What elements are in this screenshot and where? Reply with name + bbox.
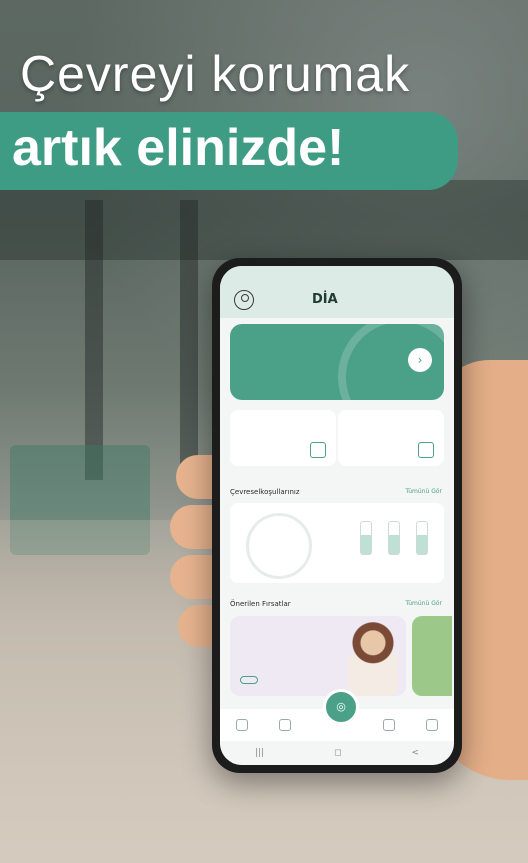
status-bar (220, 266, 454, 284)
tab-home[interactable] (235, 719, 248, 731)
home-nav-icon[interactable]: ◻ (334, 748, 341, 758)
promo-card-next[interactable] (412, 616, 452, 696)
see-all-environment-link[interactable]: Tümünü Gör (405, 488, 442, 495)
app-header: DİA (220, 284, 454, 318)
tab-icon (383, 719, 396, 731)
receipt-icon (418, 442, 434, 458)
tab-icon (426, 719, 439, 731)
tab-4[interactable] (383, 719, 396, 731)
app-screen: DİA › Çevreselkoşullarınız Tümünü Gör Ön… (220, 266, 454, 765)
headline-line-2: artık elinizde! (12, 119, 345, 177)
bottle-icon (416, 521, 428, 555)
app-logo: DİA (312, 292, 338, 307)
loyalty-card[interactable]: › (230, 324, 444, 400)
tab-icon (278, 719, 291, 731)
chevron-right-icon[interactable]: › (408, 348, 432, 372)
fab-scan-button[interactable]: ◎ (323, 689, 359, 725)
promo-card[interactable] (230, 616, 406, 696)
section-title-recommended: Önerilen Fırsatlar (230, 600, 291, 608)
tile-right[interactable] (338, 410, 444, 466)
profile-icon[interactable] (234, 290, 254, 310)
tab-5[interactable] (426, 719, 439, 731)
system-nav-bar: ||| ◻ < (220, 741, 454, 765)
see-all-recommended-link[interactable]: Tümünü Gör (405, 600, 442, 607)
headline-line-1: Çevreyi korumak (20, 46, 411, 102)
tab-2[interactable] (278, 719, 291, 731)
environment-card[interactable] (230, 503, 444, 583)
bottle-icon (360, 521, 372, 555)
promo-image (348, 620, 398, 696)
tile-left[interactable] (230, 410, 336, 466)
recent-apps-icon[interactable]: ||| (255, 748, 264, 758)
section-title-environment: Çevreselkoşullarınız (230, 488, 300, 496)
back-icon[interactable]: < (411, 748, 419, 758)
bar-chart-icon (310, 442, 326, 458)
smartphone: DİA › Çevreselkoşullarınız Tümünü Gör Ön… (212, 258, 462, 773)
promo-button[interactable] (240, 676, 258, 684)
bottle-icon (388, 521, 400, 555)
impact-ring (246, 513, 312, 579)
home-icon (235, 719, 248, 731)
